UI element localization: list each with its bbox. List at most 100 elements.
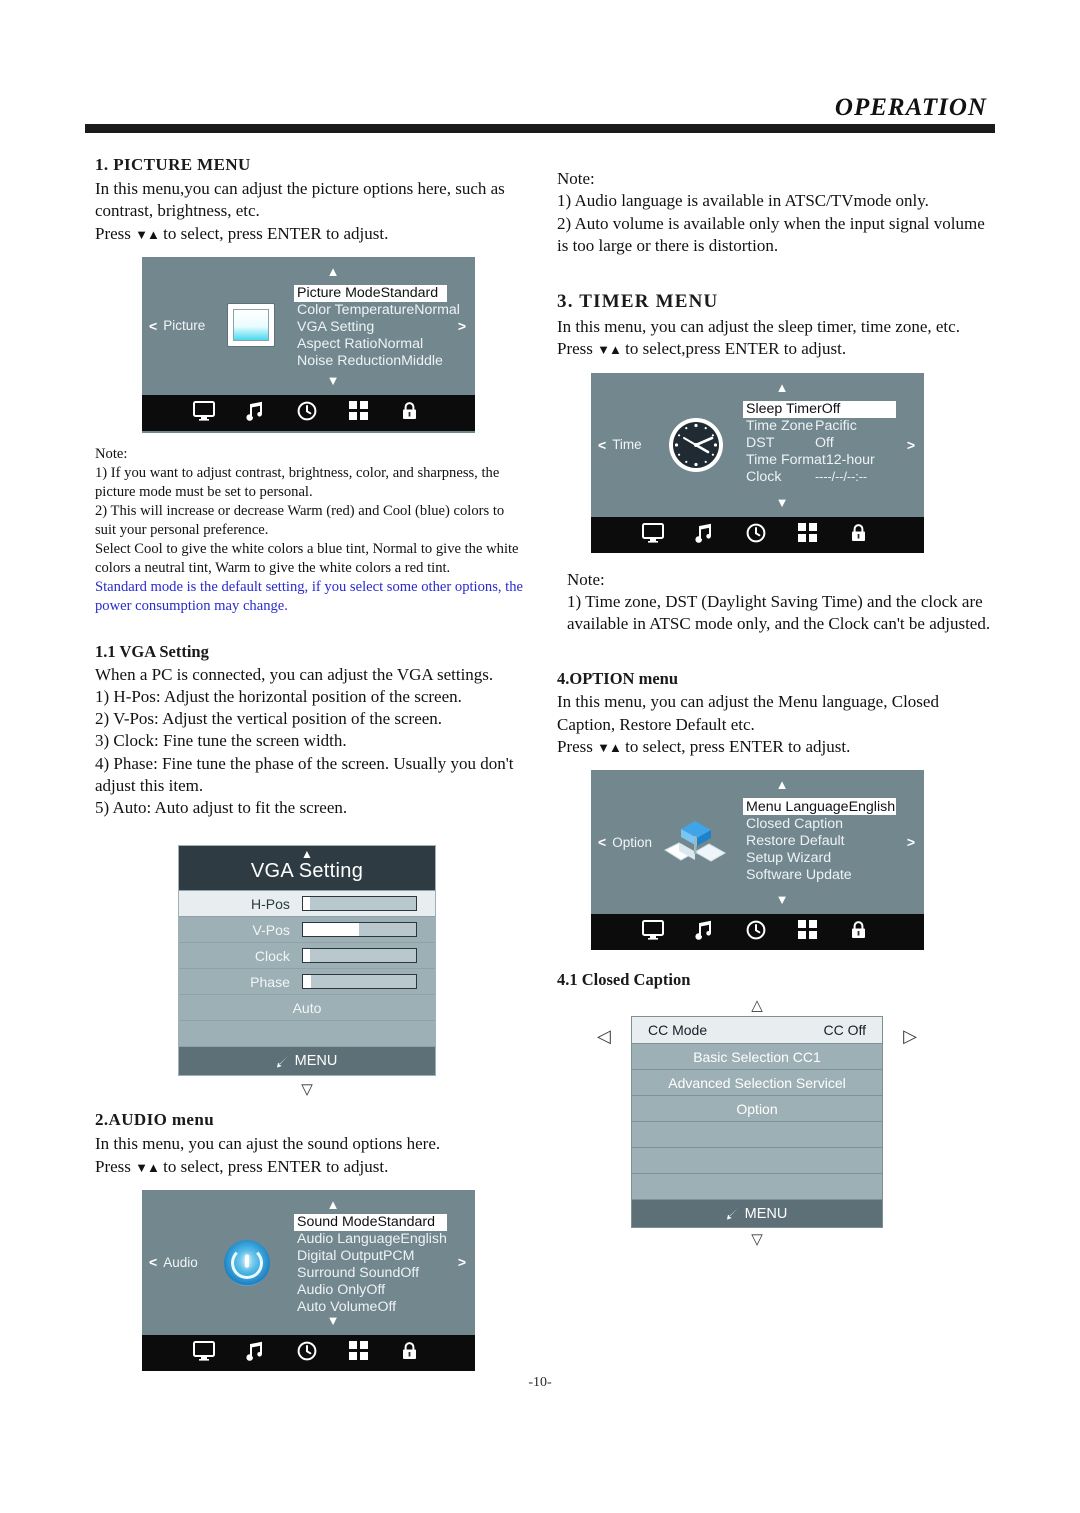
option-osd-category: Option: [612, 834, 652, 850]
osd-item-picture-mode[interactable]: Picture Mode Standard: [294, 284, 447, 302]
audio-osd-prev[interactable]: < Audio: [149, 1254, 198, 1270]
osd-item-dst[interactable]: DST Off: [743, 435, 896, 452]
cc-left-arrow-icon[interactable]: ◁: [597, 1027, 611, 1045]
osd-item-auto-volume[interactable]: Auto Volume Off: [294, 1299, 447, 1316]
monitor-icon[interactable]: [641, 920, 666, 944]
option-osd-body: ▲ ▼ < Option > Menu Language English Clo…: [591, 770, 924, 914]
lock-icon[interactable]: [850, 920, 874, 944]
clock-icon[interactable]: [297, 1341, 321, 1365]
clock-icon[interactable]: [746, 523, 770, 547]
scroll-up-arrow-icon[interactable]: ▲: [322, 1198, 344, 1211]
press-post: to select, press ENTER to adjust.: [158, 223, 389, 243]
scroll-up-arrow-icon[interactable]: ▲: [179, 848, 435, 860]
grid-icon[interactable]: [348, 1340, 373, 1365]
scroll-down-arrow-icon[interactable]: ▼: [771, 893, 793, 906]
scroll-up-arrow-icon[interactable]: ▲: [771, 778, 793, 791]
audio-osd-body: ▲ ▼ < Audio > Sound Mode Standard Audio …: [142, 1190, 475, 1335]
picture-osd-prev[interactable]: < Picture: [149, 318, 205, 334]
grid-icon[interactable]: [797, 920, 822, 944]
osd-item-sleep-timer[interactable]: Sleep Timer Off: [743, 400, 896, 418]
osd-item-audio-language[interactable]: Audio Language English: [294, 1231, 447, 1248]
osd-item-label: Aspect Ratio: [297, 336, 378, 353]
osd-item-noise-reduction[interactable]: Noise Reduction Middle: [294, 353, 447, 370]
scroll-down-arrow-icon[interactable]: ▼: [322, 374, 344, 387]
osd-item-label: Setup Wizard: [746, 849, 832, 866]
osd-item-surround-sound[interactable]: Surround Sound Off: [294, 1265, 447, 1282]
option-osd-prev[interactable]: < Option: [598, 834, 652, 850]
option-menu-block: 4.OPTION menu In this menu, you can adju…: [557, 669, 997, 758]
grid-icon[interactable]: [797, 522, 822, 547]
osd-item-value: ----/--/--:--: [815, 470, 868, 485]
vga-row-label: V-Pos: [252, 921, 290, 938]
timer-osd-next[interactable]: >: [907, 437, 915, 453]
scroll-down-arrow-icon[interactable]: ▼: [771, 496, 793, 509]
timer-menu-para: In this menu, you can adjust the sleep t…: [557, 316, 997, 361]
left-arrow-icon: <: [598, 834, 607, 851]
osd-item-menu-language[interactable]: Menu Language English: [743, 798, 896, 816]
osd-item-aspect-ratio[interactable]: Aspect Ratio Normal: [294, 336, 447, 353]
osd-item-closed-caption[interactable]: Closed Caption: [743, 815, 896, 832]
press-post: to select, press ENTER to adjust.: [620, 736, 851, 756]
osd-item-restore-default[interactable]: Restore Default: [743, 832, 896, 849]
cc-menu-label: MENU: [744, 1205, 788, 1222]
cc-right-arrow-icon[interactable]: ▷: [903, 1027, 917, 1045]
osd-item-setup-wizard[interactable]: Setup Wizard: [743, 849, 896, 866]
grid-icon[interactable]: [348, 400, 373, 425]
press-post: to select, press ENTER to adjust.: [158, 1156, 389, 1176]
clock-slider[interactable]: [301, 948, 417, 964]
music-note-icon[interactable]: [694, 920, 718, 944]
cc-menu-button[interactable]: MENU: [632, 1199, 882, 1228]
music-note-icon[interactable]: [245, 401, 269, 425]
audio-speaker-icon: [224, 1240, 272, 1287]
osd-item-time-format[interactable]: Time Format 12-hour: [743, 452, 896, 469]
clock-icon[interactable]: [297, 401, 321, 425]
vga-row-phase[interactable]: Phase: [179, 968, 435, 995]
cc-row-basic-selection[interactable]: Basic Selection CC1: [632, 1043, 882, 1070]
cc-scroll-up-arrow-icon[interactable]: △: [751, 999, 763, 1014]
osd-item-label: Audio Only: [297, 1282, 367, 1299]
vga-row-v-pos[interactable]: V-Pos: [179, 916, 435, 943]
lock-icon[interactable]: [850, 523, 874, 547]
cc-row-cc-mode[interactable]: CC Mode CC Off: [632, 1017, 882, 1044]
osd-item-label: Clock: [746, 469, 782, 486]
music-note-icon[interactable]: [694, 523, 718, 547]
cc-scroll-down-arrow-icon[interactable]: ▽: [751, 1233, 763, 1248]
cc-mode-label: CC Mode: [648, 1022, 708, 1039]
timer-osd-tabbar: [591, 516, 924, 553]
option-cards-icon: [661, 816, 727, 868]
cc-row-empty-1: [632, 1121, 882, 1148]
vga-menu-button[interactable]: MENU: [179, 1046, 435, 1076]
clock-icon[interactable]: [746, 920, 770, 944]
vga-row-h-pos[interactable]: H-Pos: [179, 890, 435, 917]
timer-menu-heading: 3. TIMER MENU: [557, 291, 719, 313]
scroll-up-arrow-icon[interactable]: ▲: [322, 265, 344, 278]
osd-item-vga-setting[interactable]: VGA Setting: [294, 319, 447, 336]
cc-row-advanced-selection[interactable]: Advanced Selection Servicel: [632, 1069, 882, 1096]
osd-item-software-update[interactable]: Software Update: [743, 866, 896, 883]
vga-scroll-down-arrow-icon[interactable]: ▽: [301, 1083, 313, 1098]
scroll-up-arrow-icon[interactable]: ▲: [771, 381, 793, 394]
lock-icon[interactable]: [401, 1341, 425, 1365]
osd-item-sound-mode[interactable]: Sound Mode Standard: [294, 1213, 447, 1231]
osd-item-audio-only[interactable]: Audio Only Off: [294, 1282, 447, 1299]
music-note-icon[interactable]: [245, 1341, 269, 1365]
monitor-icon[interactable]: [192, 1340, 217, 1365]
phase-slider[interactable]: [301, 974, 417, 990]
vga-row-clock[interactable]: Clock: [179, 942, 435, 969]
osd-item-clock[interactable]: Clock ----/--/--:--: [743, 469, 896, 486]
audio-osd-category: Audio: [163, 1254, 198, 1270]
osd-item-time-zone[interactable]: Time Zone Pacific: [743, 418, 896, 435]
osd-item-color-temperature[interactable]: Color Temperature Normal: [294, 302, 460, 319]
timer-osd-prev[interactable]: < Time: [598, 437, 642, 453]
option-osd-next[interactable]: >: [907, 834, 915, 850]
osd-item-digital-output[interactable]: Digital Output PCM: [294, 1248, 447, 1265]
monitor-icon[interactable]: [192, 400, 217, 425]
picture-osd-next[interactable]: >: [458, 318, 466, 334]
cc-row-option[interactable]: Option: [632, 1095, 882, 1122]
v-pos-slider[interactable]: [301, 922, 417, 938]
timer-note-line-1: 1) Time zone, DST (Daylight Saving Time)…: [567, 591, 991, 634]
monitor-icon[interactable]: [641, 522, 666, 547]
vga-row-auto[interactable]: Auto: [179, 994, 435, 1021]
h-pos-slider[interactable]: [301, 896, 417, 912]
lock-icon[interactable]: [401, 401, 425, 425]
